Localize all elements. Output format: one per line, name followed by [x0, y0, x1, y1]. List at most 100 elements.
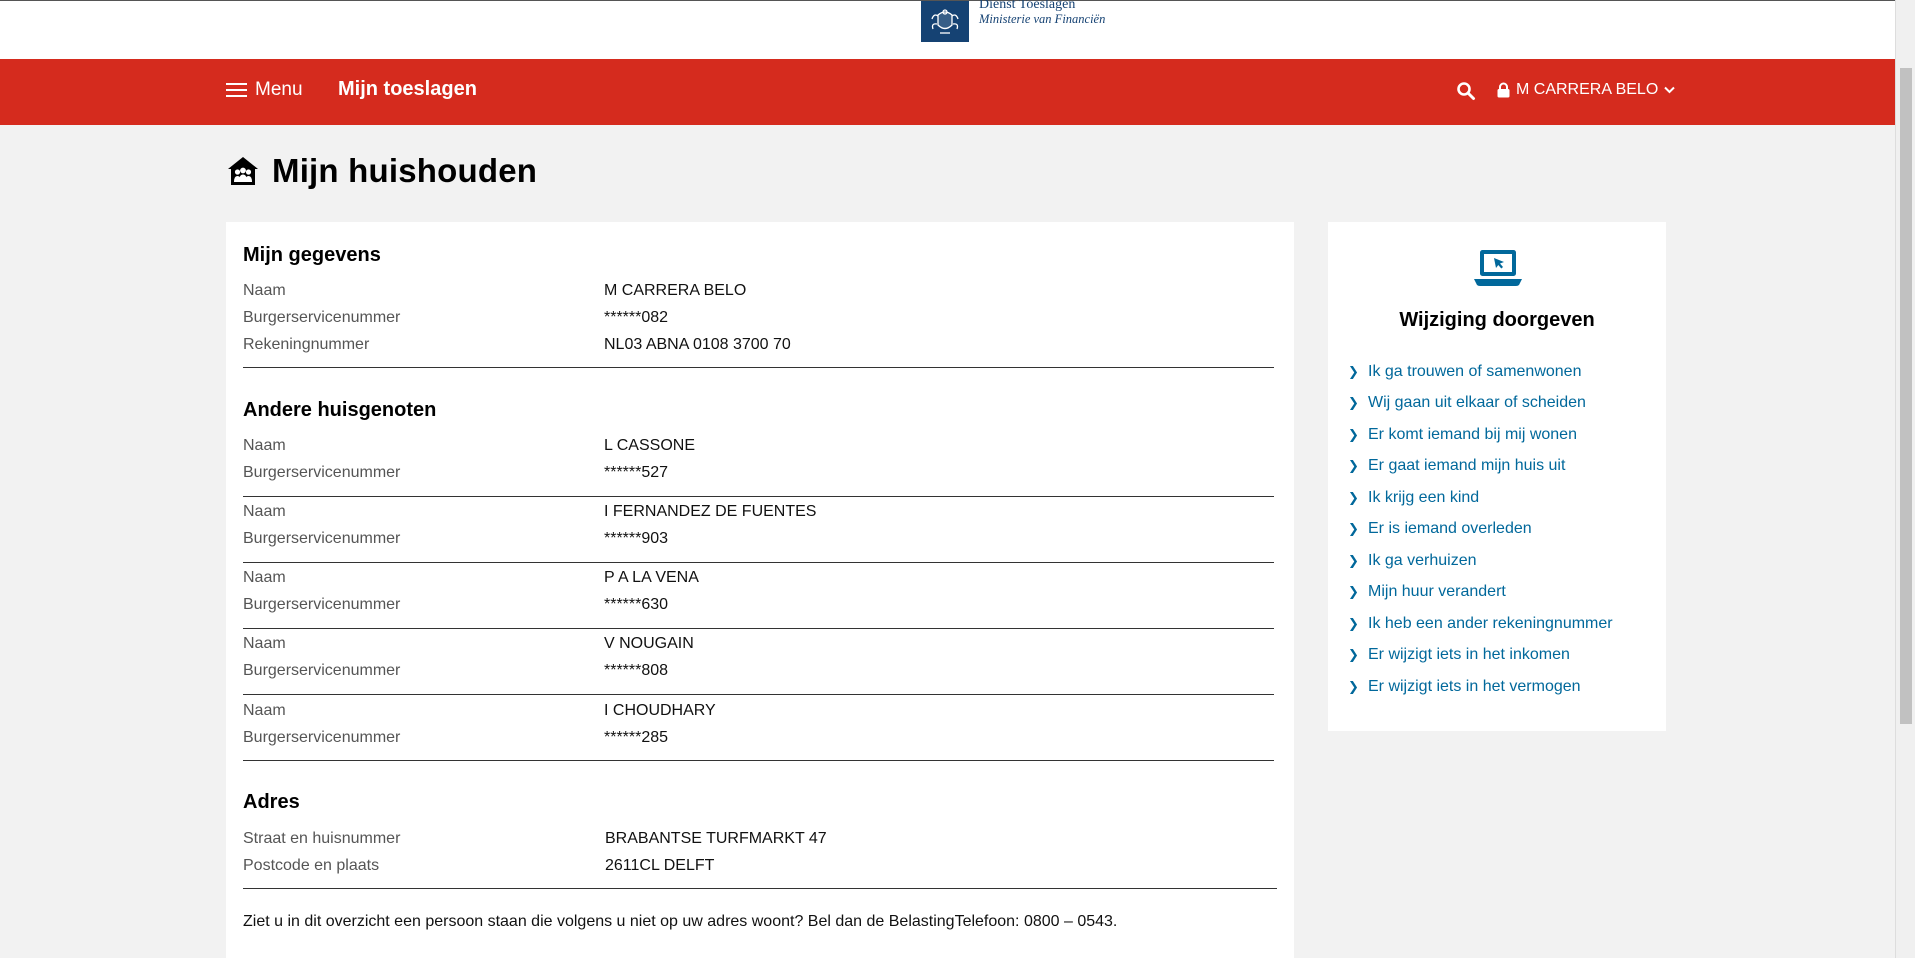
change-link-label: Er komt iemand bij mij wonen	[1368, 425, 1577, 443]
chevron-down-icon	[1664, 86, 1675, 94]
logo-bar: Dienst Toeslagen Ministerie van Financië…	[0, 0, 1895, 59]
change-link-label: Er wijzigt iets in het inkomen	[1368, 646, 1570, 664]
housemate-name-label: Naam	[243, 635, 286, 652]
divider	[243, 562, 1274, 563]
housemate-bsn-label: Burgerservicenummer	[243, 596, 401, 613]
change-link[interactable]: ❯ Er wijzigt iets in het inkomen	[1348, 640, 1613, 672]
change-link-label: Ik ga verhuizen	[1368, 551, 1477, 569]
divider	[243, 760, 1274, 761]
housemate-name-label: Naam	[243, 503, 286, 520]
housemates-heading: Andere huisgenoten	[243, 399, 437, 421]
change-link[interactable]: ❯ Ik heb een ander rekeningnummer	[1348, 608, 1613, 640]
chevron-right-icon: ❯	[1348, 678, 1359, 694]
change-link[interactable]: ❯ Ik ga trouwen of samenwonen	[1348, 356, 1613, 388]
housemate-name: I FERNANDEZ DE FUENTES	[604, 503, 817, 520]
detail-row: Naam M CARRERA BELO	[243, 282, 1274, 309]
scrollbar-thumb[interactable]	[1900, 68, 1912, 724]
detail-value: ******082	[604, 309, 669, 326]
page-scrollbar[interactable]	[1895, 0, 1915, 958]
change-link[interactable]: ❯ Mijn huur verandert	[1348, 577, 1613, 609]
housemate-bsn-row: Burgerservicenummer ******808	[243, 662, 1274, 689]
my-details-heading: Mijn gegevens	[243, 244, 381, 266]
address-section: Adres	[243, 791, 1274, 814]
chevron-right-icon: ❯	[1348, 458, 1359, 474]
page-header: Mijn huishouden	[226, 152, 537, 190]
search-icon[interactable]	[1456, 81, 1476, 101]
housemate-bsn-row: Burgerservicenummer ******903	[243, 530, 1274, 557]
household-card: Mijn gegevens Naam M CARRERA BELO Burger…	[226, 222, 1294, 958]
change-report-title: Wijziging doorgeven	[1399, 309, 1595, 331]
detail-label: Burgerservicenummer	[243, 309, 401, 326]
housemate-bsn-label: Burgerservicenummer	[243, 729, 401, 746]
divider	[243, 628, 1274, 629]
house-people-icon	[228, 157, 258, 185]
change-link[interactable]: ❯ Er gaat iemand mijn huis uit	[1348, 451, 1613, 483]
change-link[interactable]: ❯ Ik krijg een kind	[1348, 482, 1613, 514]
divider	[243, 496, 1274, 497]
chevron-right-icon: ❯	[1348, 489, 1359, 505]
housemate-name-row: Naam I CHOUDHARY	[243, 702, 1274, 729]
housemate-bsn-row: Burgerservicenummer ******527	[243, 464, 1274, 491]
housemate-name-label: Naam	[243, 437, 286, 454]
address-heading: Adres	[243, 791, 300, 813]
divider	[243, 367, 1274, 368]
housemate-bsn-row: Burgerservicenummer ******630	[243, 596, 1274, 623]
housemates-section: Andere huisgenoten	[243, 399, 1274, 422]
user-name: M CARRERA BELO	[1516, 81, 1659, 98]
change-report-card: Wijziging doorgeven ❯ Ik ga trouwen of sa…	[1328, 222, 1666, 731]
chevron-right-icon: ❯	[1348, 395, 1359, 411]
housemate-bsn-label: Burgerservicenummer	[243, 662, 401, 679]
detail-label: Rekeningnummer	[243, 336, 370, 353]
housemate-name-row: Naam P A LA VENA	[243, 569, 1274, 596]
housemate-bsn: ******527	[604, 464, 669, 481]
detail-row: Burgerservicenummer ******082	[243, 309, 1274, 336]
chevron-right-icon: ❯	[1348, 647, 1359, 663]
address-row: Postcode en plaats 2611CL DELFT	[243, 857, 1274, 884]
laptop-pointer-icon	[1474, 250, 1522, 286]
address-value: 2611CL DELFT	[605, 857, 715, 874]
logo-text: Dienst Toeslagen Ministerie van Financië…	[979, 0, 1105, 27]
chevron-right-icon: ❯	[1348, 363, 1359, 379]
user-menu-button[interactable]: M CARRERA BELO	[1497, 81, 1675, 99]
detail-value: NL03 ABNA 0108 3700 70	[604, 336, 791, 353]
divider	[243, 694, 1274, 695]
housemate-bsn: ******285	[604, 729, 669, 746]
address-row: Straat en huisnummer BRABANTSE TURFMARKT…	[243, 830, 1274, 857]
change-link[interactable]: ❯ Er wijzigt iets in het vermogen	[1348, 671, 1613, 703]
chevron-right-icon: ❯	[1348, 584, 1359, 600]
change-link-label: Ik ga trouwen of samenwonen	[1368, 362, 1582, 380]
housemate-bsn: ******630	[604, 596, 669, 613]
change-link-label: Er gaat iemand mijn huis uit	[1368, 457, 1566, 475]
housemate-name: V NOUGAIN	[604, 635, 694, 652]
change-link-label: Ik krijg een kind	[1368, 488, 1480, 506]
chevron-right-icon: ❯	[1348, 615, 1359, 631]
menu-label: Menu	[255, 79, 303, 100]
chevron-right-icon: ❯	[1348, 552, 1359, 568]
address-label: Postcode en plaats	[243, 857, 380, 874]
housemate-bsn-row: Burgerservicenummer ******285	[243, 729, 1274, 756]
footnote-text: Ziet u in dit overzicht een persoon staa…	[243, 913, 1118, 930]
change-link[interactable]: ❯ Wij gaan uit elkaar of scheiden	[1348, 388, 1613, 420]
housemate-name: L CASSONE	[604, 437, 695, 454]
change-link-label: Mijn huur verandert	[1368, 583, 1506, 601]
logo-line2: Ministerie van Financiën	[979, 12, 1106, 26]
housemate-bsn: ******808	[604, 662, 669, 679]
detail-row: Rekeningnummer NL03 ABNA 0108 3700 70	[243, 336, 1274, 363]
housemate-bsn: ******903	[604, 530, 669, 547]
change-link-label: Er is iemand overleden	[1368, 520, 1532, 538]
menu-button[interactable]: Menu	[226, 79, 303, 101]
change-link[interactable]: ❯ Er is iemand overleden	[1348, 514, 1613, 546]
housemate-bsn-label: Burgerservicenummer	[243, 464, 401, 481]
change-link[interactable]: ❯ Ik ga verhuizen	[1348, 545, 1613, 577]
my-details-section: Mijn gegevens	[243, 244, 1274, 267]
coat-of-arms-icon	[921, 1, 969, 42]
change-link-label: Wij gaan uit elkaar of scheiden	[1368, 394, 1586, 412]
housemate-name-row: Naam L CASSONE	[243, 437, 1274, 464]
nav-title-link[interactable]: Mijn toeslagen	[338, 78, 477, 101]
housemate-bsn-label: Burgerservicenummer	[243, 530, 401, 547]
change-link[interactable]: ❯ Er komt iemand bij mij wonen	[1348, 419, 1613, 451]
top-navbar: Menu Mijn toeslagen M CARRERA BELO	[0, 59, 1895, 125]
housemate-name: I CHOUDHARY	[604, 702, 716, 719]
chevron-right-icon: ❯	[1348, 426, 1359, 442]
housemate-name-row: Naam V NOUGAIN	[243, 635, 1274, 662]
